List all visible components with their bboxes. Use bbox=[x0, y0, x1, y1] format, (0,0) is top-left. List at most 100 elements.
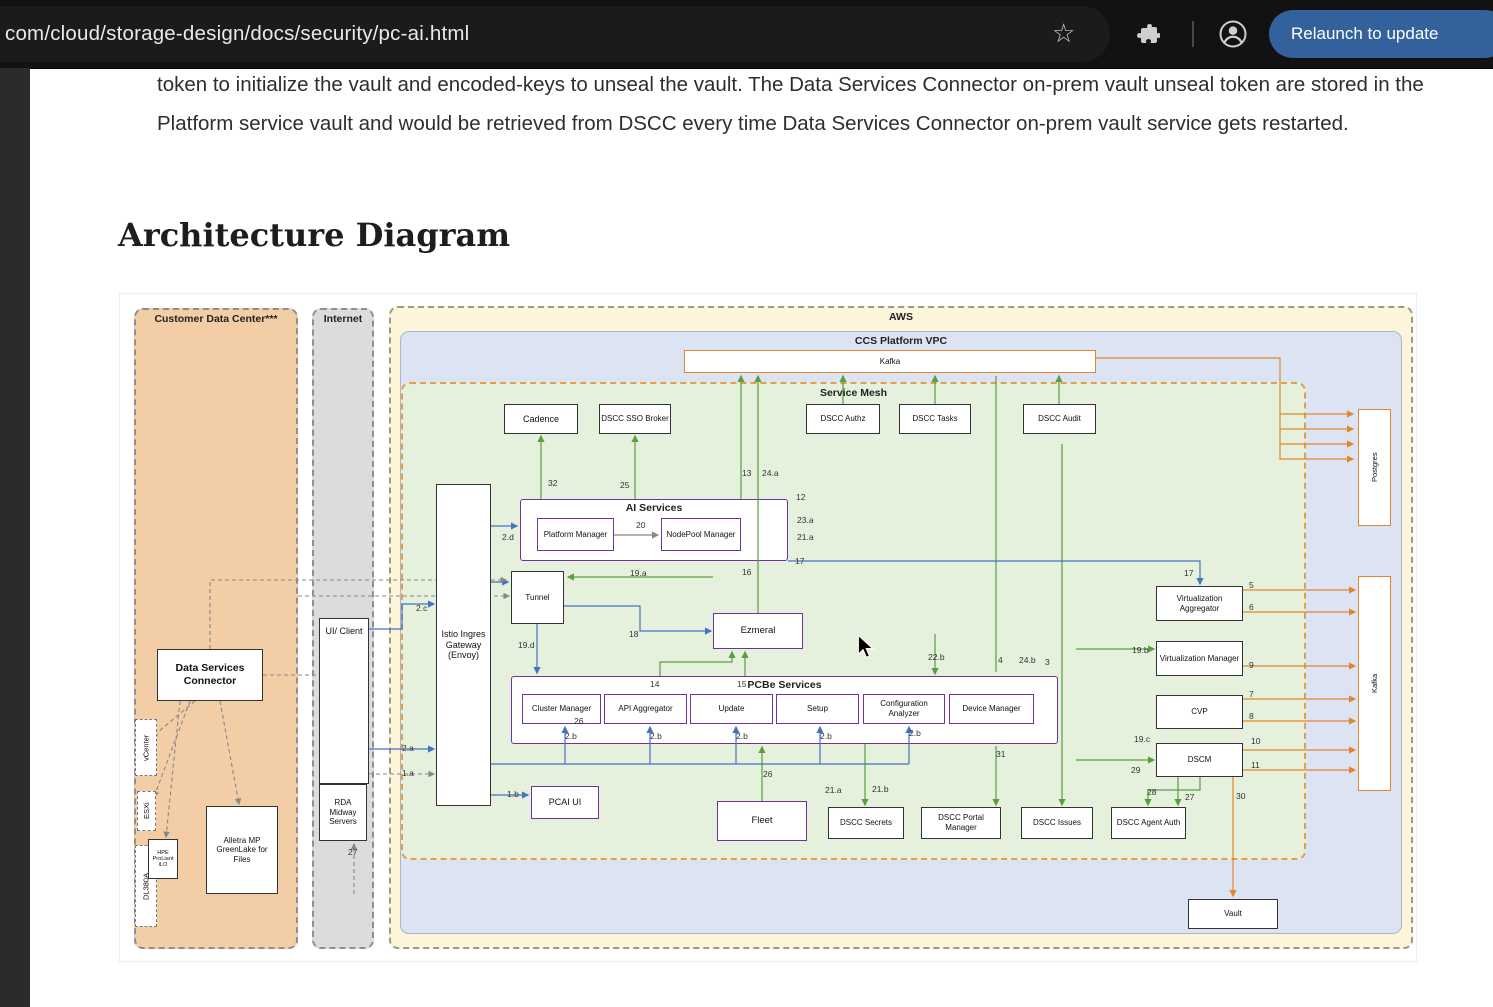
node-api-aggregator: API Aggregator bbox=[604, 694, 687, 724]
edge-label: 2.b bbox=[650, 731, 662, 741]
edge-label: 2.a bbox=[402, 743, 414, 753]
node-postgres: Postgres bbox=[1358, 409, 1391, 526]
edge-label: 2.b bbox=[820, 731, 832, 741]
zone-label-internet: Internet bbox=[314, 313, 372, 325]
edge-label: 32 bbox=[548, 478, 557, 488]
zone-label-service-mesh: Service Mesh bbox=[403, 387, 1304, 399]
edge-label: 2.c bbox=[416, 603, 427, 613]
edge-label: 29 bbox=[1131, 765, 1140, 775]
node-dscc-secrets: DSCC Secrets bbox=[828, 807, 904, 839]
edge-label: 14 bbox=[650, 679, 659, 689]
edge-label: 2.b bbox=[909, 728, 921, 738]
browser-toolbar: com/cloud/storage-design/docs/security/p… bbox=[0, 0, 1493, 69]
node-dscc-audit: DSCC Audit bbox=[1023, 404, 1096, 434]
node-dscc-agent-auth: DSCC Agent Auth bbox=[1111, 807, 1186, 839]
edge-label: 15 bbox=[737, 679, 746, 689]
extensions-icon[interactable] bbox=[1136, 22, 1160, 51]
node-update: Update bbox=[690, 694, 773, 724]
edge-label: 18 bbox=[629, 629, 638, 639]
node-platform-manager: Platform Manager bbox=[537, 518, 614, 551]
relaunch-button[interactable]: Relaunch to update bbox=[1269, 10, 1493, 58]
edge-label: 9 bbox=[1249, 660, 1254, 670]
toolbar-divider bbox=[1192, 21, 1194, 47]
edge-label: 6 bbox=[1249, 602, 1254, 612]
node-dscc-sso-broker: DSCC SSO Broker bbox=[599, 404, 671, 434]
architecture-diagram: Customer Data Center*** Internet AWS CCS… bbox=[119, 293, 1417, 962]
node-setup: Setup bbox=[776, 694, 859, 724]
node-hpe-ilo: HPE ProLiant iLO bbox=[148, 839, 178, 879]
node-virtualization-aggregator: Virtualization Aggregator bbox=[1156, 586, 1243, 621]
page-title: Architecture Diagram bbox=[118, 216, 510, 254]
node-ui-client: UI/ Client bbox=[319, 618, 369, 784]
node-rda-midway-servers: RDA Midway Servers bbox=[319, 784, 367, 841]
node-alletra: Alletra MP GreenLake for Files bbox=[206, 806, 278, 894]
bookmark-star-icon[interactable]: ☆ bbox=[1052, 18, 1075, 49]
node-vcenter: vCenter bbox=[135, 719, 157, 776]
edge-label: 27 bbox=[348, 847, 357, 857]
node-dscc-authz: DSCC Authz bbox=[806, 404, 880, 434]
edge-label: 11 bbox=[1251, 760, 1260, 770]
node-device-manager: Device Manager bbox=[949, 694, 1034, 724]
node-vault: Vault bbox=[1188, 899, 1278, 929]
edge-label: 20 bbox=[636, 520, 645, 530]
node-cluster-manager: Cluster Manager bbox=[522, 694, 601, 724]
edge-label: 21.a bbox=[825, 785, 842, 795]
node-configuration-analyzer: Configuration Analyzer bbox=[863, 694, 945, 724]
group-label-pcbe-services: PCBe Services bbox=[512, 679, 1057, 691]
edge-label: 5 bbox=[1249, 580, 1254, 590]
edge-label: 19.c bbox=[1134, 734, 1150, 744]
edge-label: 2.b bbox=[565, 731, 577, 741]
edge-label: 4 bbox=[998, 655, 1003, 665]
edge-label: 13 bbox=[742, 468, 751, 478]
profile-icon[interactable] bbox=[1218, 19, 1248, 54]
edge-label: 23.a bbox=[797, 515, 814, 525]
edge-label: 8 bbox=[1249, 711, 1254, 721]
edge-label: 7 bbox=[1249, 689, 1254, 699]
node-ezmeral: Ezmeral bbox=[713, 613, 803, 649]
edge-label: 21.a bbox=[797, 532, 814, 542]
screen: { "browser": { "url": "com/cloud/storage… bbox=[0, 0, 1493, 1007]
node-istio-ingress-gateway: Istio Ingres Gateway (Envoy) bbox=[436, 484, 491, 806]
zone-label-vpc: CCS Platform VPC bbox=[401, 335, 1401, 347]
edge-label: 17 bbox=[795, 556, 804, 566]
node-dscm: DSCM bbox=[1156, 743, 1243, 777]
node-esxi: ESXi bbox=[137, 791, 156, 831]
url-bar[interactable]: com/cloud/storage-design/docs/security/p… bbox=[0, 6, 1110, 62]
edge-label: 19.a bbox=[630, 568, 647, 578]
node-tunnel: Tunnel bbox=[511, 571, 564, 624]
url-text[interactable]: com/cloud/storage-design/docs/security/p… bbox=[5, 6, 469, 62]
edge-label: 2.d bbox=[502, 532, 514, 542]
edge-label: 25 bbox=[620, 480, 629, 490]
edge-label: 22.b bbox=[928, 652, 945, 662]
edge-label: 12 bbox=[796, 492, 805, 502]
edge-label: 19.b bbox=[1132, 645, 1149, 655]
edge-label: 1.b bbox=[507, 789, 519, 799]
node-cvp: CVP bbox=[1156, 695, 1243, 729]
edge-label: 30 bbox=[1236, 791, 1245, 801]
window-left-edge bbox=[0, 68, 30, 1007]
edge-label: 31 bbox=[996, 749, 1005, 759]
mouse-cursor-icon bbox=[855, 634, 877, 665]
node-pcai-ui: PCAI UI bbox=[531, 786, 599, 819]
node-dscc-issues: DSCC Issues bbox=[1021, 807, 1093, 839]
node-cadence: Cadence bbox=[504, 404, 578, 434]
edge-label: 26 bbox=[574, 716, 583, 726]
edge-label: 3 bbox=[1045, 657, 1050, 667]
edge-label: 16 bbox=[742, 567, 751, 577]
edge-label: 28 bbox=[1147, 787, 1156, 797]
edge-label: 2.b bbox=[736, 731, 748, 741]
edge-label: 21.b bbox=[872, 784, 889, 794]
edge-label: 10 bbox=[1251, 736, 1260, 746]
edge-label: 26 bbox=[763, 769, 772, 779]
edge-label: 24.a bbox=[762, 468, 779, 478]
node-dscc-tasks: DSCC Tasks bbox=[899, 404, 971, 434]
node-dscc-portal-manager: DSCC Portal Manager bbox=[921, 807, 1001, 839]
body-paragraph: token to initialize the vault and encode… bbox=[157, 66, 1429, 143]
edge-label: 19.d bbox=[518, 640, 535, 650]
node-data-services-connector: Data Services Connector bbox=[157, 649, 263, 701]
edge-label: 17 bbox=[1184, 568, 1193, 578]
zone-label-aws: AWS bbox=[391, 311, 1411, 323]
node-kafka-right: Kafka bbox=[1358, 576, 1391, 791]
zone-label-customer-dc: Customer Data Center*** bbox=[136, 313, 296, 325]
node-nodepool-manager: NodePool Manager bbox=[661, 518, 741, 551]
